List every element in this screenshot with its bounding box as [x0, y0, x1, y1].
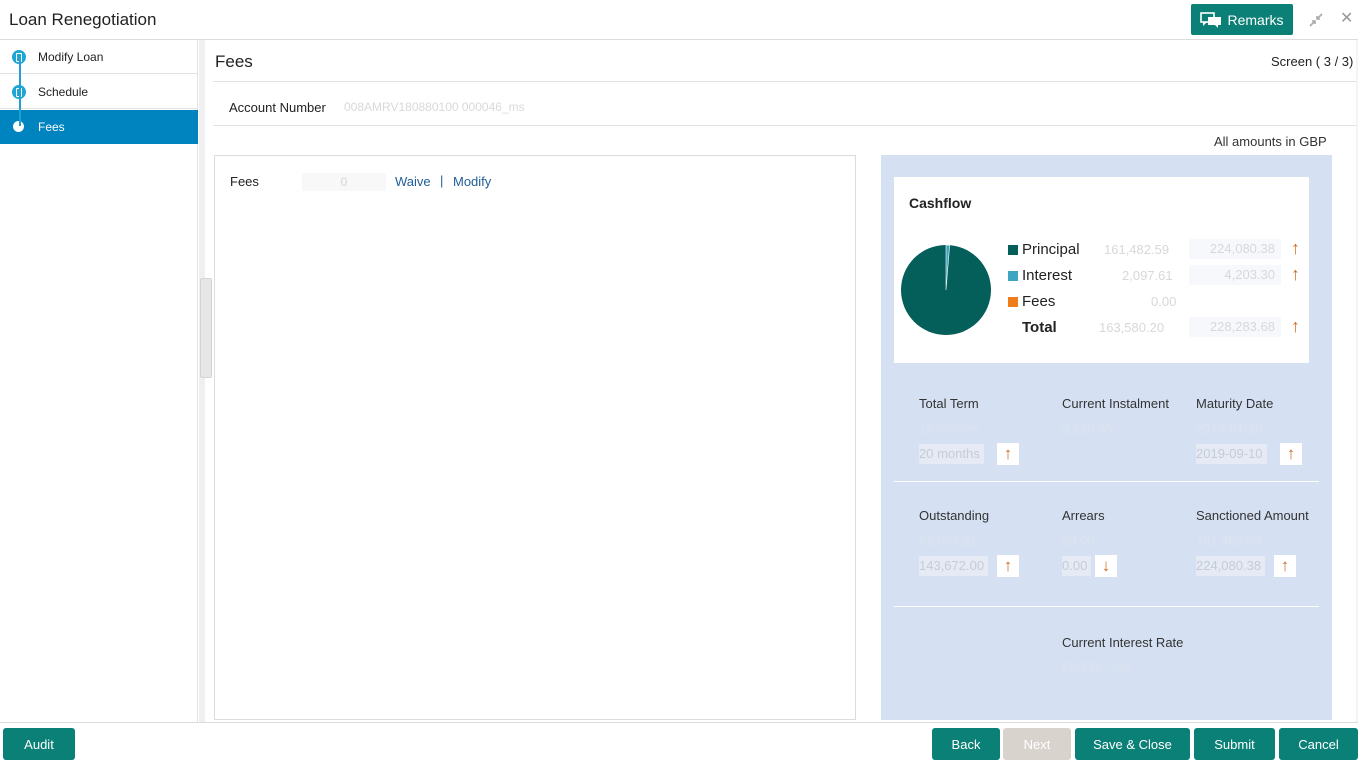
- total-term-new: 20 months: [919, 444, 984, 464]
- legend-fees-label: Fees: [1022, 293, 1056, 310]
- sidebar-step-fees[interactable]: Fees: [0, 110, 198, 144]
- submit-button[interactable]: Submit: [1194, 728, 1275, 760]
- arrow-up-icon: ↑: [1291, 264, 1300, 284]
- app-title: Loan Renegotiation: [9, 10, 157, 29]
- account-number-value: 008AMRV180880100 000046_ms: [344, 100, 525, 114]
- interest-current-value: 2,097.61: [1122, 268, 1173, 283]
- total-term-label: Total Term: [919, 396, 979, 411]
- legend-principal-label: Principal: [1022, 241, 1080, 258]
- maturity-date-old: 2019-01-10: [1196, 421, 1263, 436]
- page-title: Fees: [215, 52, 253, 71]
- back-button[interactable]: Back: [932, 728, 1000, 760]
- total-term-old: 12 months: [919, 421, 980, 436]
- close-icon[interactable]: ✕: [1340, 11, 1353, 27]
- step-label: Fees: [38, 120, 65, 134]
- sidebar-step-schedule[interactable]: Schedule: [0, 75, 198, 109]
- chat-icon: [1200, 11, 1222, 28]
- waive-link[interactable]: Waive: [395, 174, 431, 189]
- outstanding-label: Outstanding: [919, 508, 990, 523]
- cashflow-title: Cashflow: [909, 195, 972, 211]
- arrow-up-icon: ↑: [1280, 443, 1302, 465]
- legend-swatch-principal: [1008, 245, 1018, 255]
- link-separator: |: [440, 173, 444, 188]
- remarks-label: Remarks: [1227, 11, 1284, 28]
- outstanding-old: 81,094.21: [919, 533, 977, 548]
- panel-splitter: [199, 40, 205, 722]
- fees-panel: [214, 155, 856, 720]
- legend-swatch-interest: [1008, 271, 1018, 281]
- step-label: Schedule: [38, 85, 89, 99]
- audit-button[interactable]: Audit: [3, 728, 75, 760]
- outstanding-new: 143,672.00: [919, 556, 989, 576]
- currency-note: All amounts in GBP: [1214, 134, 1327, 149]
- interest-rate-label: Current Interest Rate: [1062, 635, 1184, 650]
- sanctioned-amount-old: 161,482.59: [1196, 533, 1262, 548]
- maturity-date-new: 2019-09-10: [1196, 444, 1267, 464]
- arrears-old: 20.00: [1062, 533, 1095, 548]
- cancel-button[interactable]: Cancel: [1279, 728, 1358, 760]
- arrow-up-icon: ↑: [1291, 316, 1300, 336]
- divider: [213, 81, 1358, 82]
- remarks-button[interactable]: Remarks: [1191, 4, 1293, 35]
- current-instalment-value: 3,228.95: [1062, 421, 1113, 436]
- splitter-handle[interactable]: [200, 278, 212, 378]
- fees-label: Fees: [230, 174, 259, 189]
- current-instalment-label: Current Instalment: [1062, 396, 1169, 411]
- legend-swatch-fees: [1008, 297, 1018, 307]
- arrow-down-icon: ↓: [1095, 555, 1117, 577]
- total-new-value: 228,283.68: [1189, 317, 1281, 337]
- principal-current-value: 161,482.59: [1104, 242, 1170, 257]
- interest-new-value: 4,203.30: [1189, 265, 1281, 285]
- interest-rate-value: FIXED - 3%: [1062, 660, 1131, 675]
- account-number-label: Account Number: [229, 100, 326, 115]
- principal-new-value: 224,080.38: [1189, 239, 1281, 259]
- arrow-up-icon: ↑: [997, 555, 1019, 577]
- maturity-date-label: Maturity Date: [1196, 396, 1274, 411]
- screen-counter: Screen ( 3 / 3): [1271, 54, 1354, 69]
- sanctioned-amount-new: 224,080.38: [1196, 556, 1266, 576]
- fees-current-value: 0.00: [1151, 294, 1177, 309]
- divider: [213, 125, 1358, 126]
- legend-interest-label: Interest: [1022, 267, 1073, 284]
- divider: [894, 606, 1319, 607]
- arrears-new: 0.00: [1062, 556, 1092, 576]
- divider: [894, 481, 1319, 482]
- step-connector: [19, 58, 21, 126]
- arrears-label: Arrears: [1062, 508, 1105, 523]
- save-close-button[interactable]: Save & Close: [1075, 728, 1190, 760]
- fees-value: 0: [302, 173, 386, 191]
- sidebar: Modify Loan Schedule Fees: [0, 40, 198, 722]
- arrow-up-icon: ↑: [1274, 555, 1296, 577]
- header-bar: [0, 0, 1358, 40]
- next-button[interactable]: Next: [1003, 728, 1071, 760]
- sidebar-step-modify-loan[interactable]: Modify Loan: [0, 40, 198, 74]
- step-label: Modify Loan: [38, 50, 104, 64]
- arrow-up-icon: ↑: [1291, 238, 1300, 258]
- cashflow-pie-chart: [901, 244, 991, 335]
- sanctioned-amount-label: Sanctioned Amount: [1196, 508, 1309, 523]
- modify-link[interactable]: Modify: [453, 174, 491, 189]
- total-current-value: 163,580.20: [1099, 320, 1165, 335]
- legend-total-label: Total: [1022, 319, 1057, 336]
- minimize-icon[interactable]: [1308, 12, 1324, 28]
- arrow-up-icon: ↑: [997, 443, 1019, 465]
